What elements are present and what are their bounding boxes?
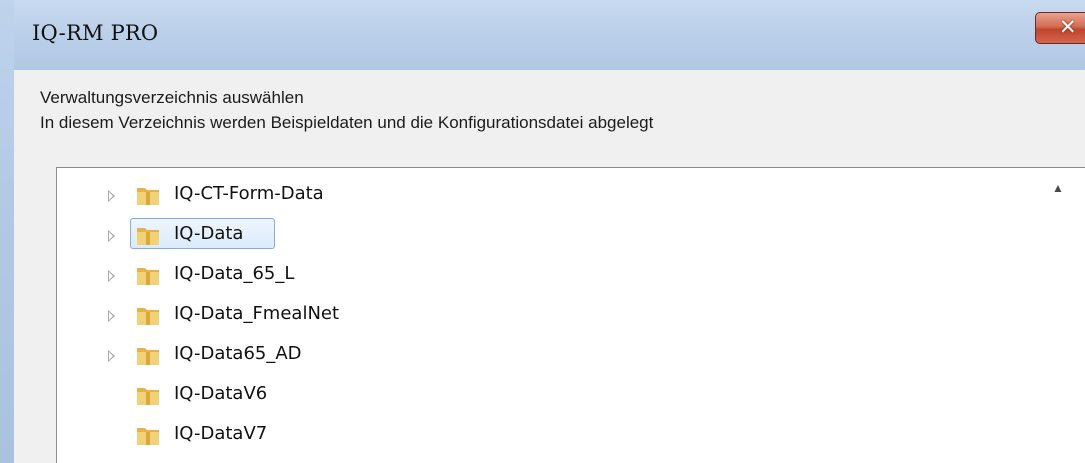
title-bar[interactable]: IQ-RM PRO ✕ [0,0,1085,70]
folder-icon [137,308,159,325]
folder-icon [137,188,159,205]
tree-item-label: IQ-DataV7 [174,423,268,444]
expand-arrow-icon[interactable] [108,350,115,362]
tree-item[interactable]: IQ-Data_65_L [104,262,504,292]
tree-item-label: IQ-Data_65_L [174,263,295,284]
expand-arrow-icon[interactable] [108,230,115,242]
folder-icon [137,268,159,285]
folder-icon [137,228,159,245]
tree-item[interactable]: IQ-Data_FmealNet [104,302,504,332]
close-button[interactable]: ✕ [1035,12,1085,44]
description-line-2: In diesem Verzeichnis werden Beispieldat… [40,113,654,132]
folder-icon [137,348,159,365]
expand-arrow-icon[interactable] [108,270,115,282]
close-icon: ✕ [1059,15,1077,39]
tree-item[interactable]: IQ-DataV6 [104,382,504,412]
window-title: IQ-RM PRO [32,21,159,45]
tree-item[interactable]: IQ-DataV7 [104,422,504,452]
tree-item-label: IQ-Data_FmealNet [174,303,340,324]
tree-item[interactable]: IQ-CT-Form-Data [104,182,504,212]
tree-item-selected[interactable]: IQ-Data [104,218,504,252]
tree-item-label: IQ-Data [174,223,244,244]
dialog-window: IQ-RM PRO ✕ Verwaltungsverzeichnis auswä… [0,0,1085,463]
tree-item-label: IQ-DataV6 [174,383,268,404]
folder-icon [137,428,159,445]
scroll-up-arrow-icon[interactable]: ▲ [1052,181,1064,195]
tree-item-label: IQ-Data65_AD [174,343,302,364]
expand-arrow-icon[interactable] [108,190,115,202]
window-frame-left [0,0,14,463]
expand-arrow-icon[interactable] [108,310,115,322]
tree-item-label: IQ-CT-Form-Data [174,183,324,204]
folder-icon [137,388,159,405]
tree-item[interactable]: IQ-Data65_AD [104,342,504,372]
description-line-1: Verwaltungsverzeichnis auswählen [40,88,304,107]
